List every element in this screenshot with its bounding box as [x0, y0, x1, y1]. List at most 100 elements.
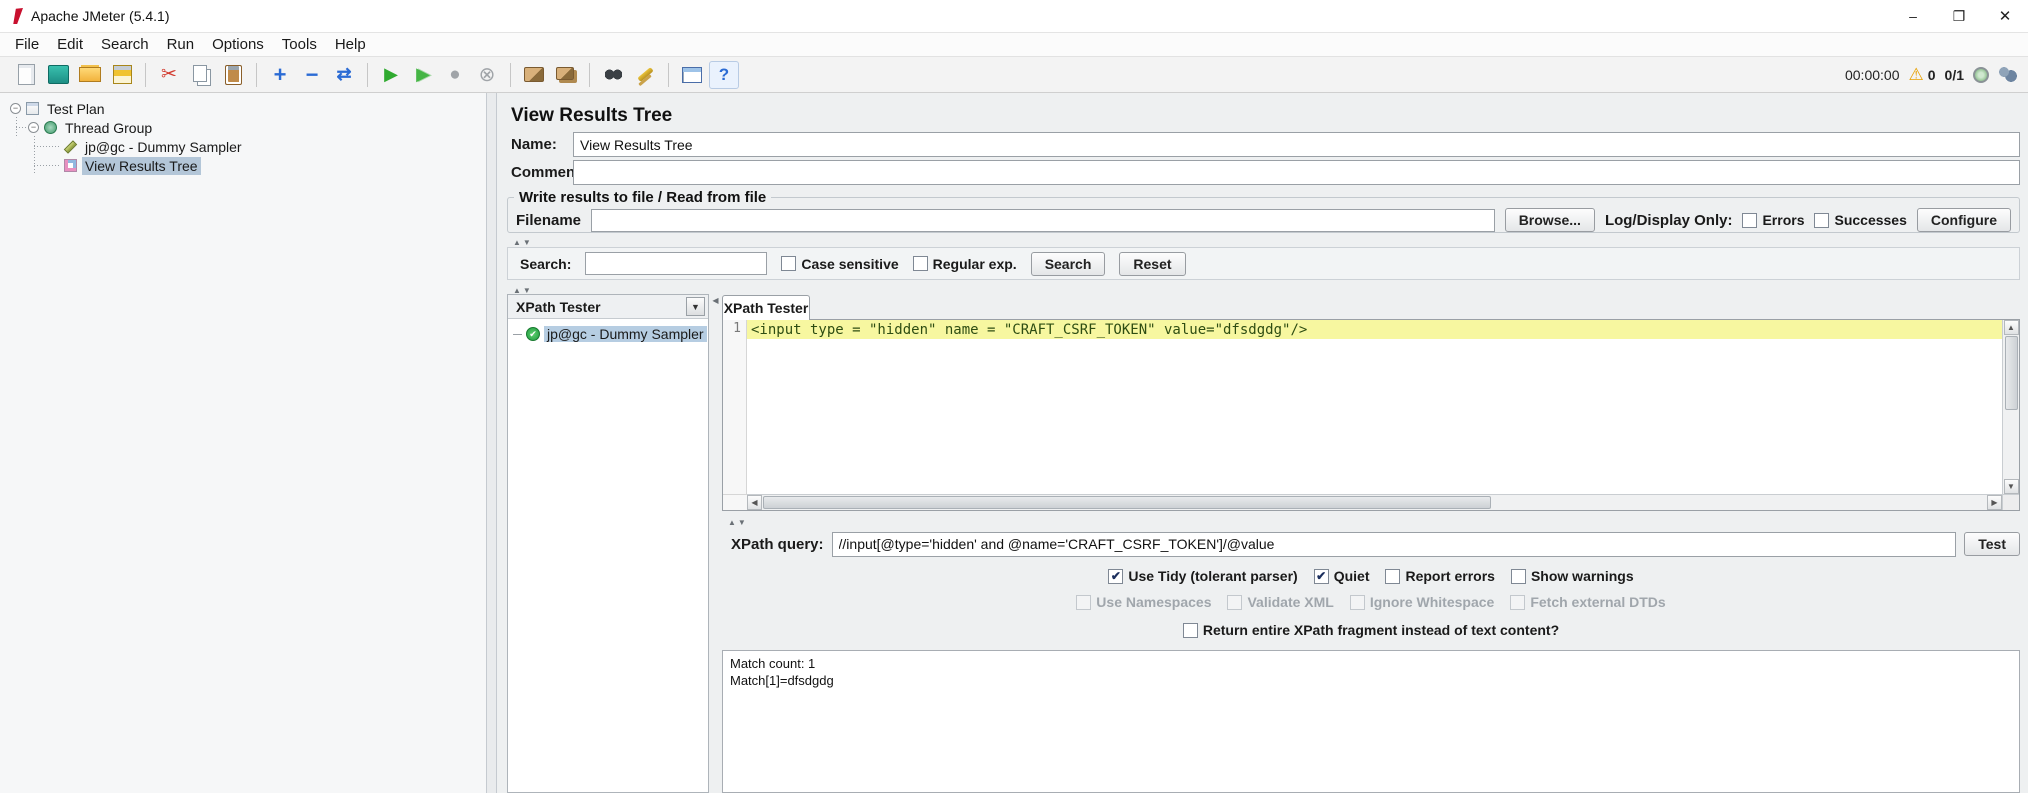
new-file-icon[interactable] — [11, 61, 41, 89]
inner-splitter[interactable] — [709, 294, 722, 793]
collapse-handle-icon[interactable] — [10, 103, 21, 114]
scrollbar-thumb[interactable] — [763, 496, 1491, 509]
successes-checkbox[interactable]: Successes — [1814, 212, 1907, 228]
dropdown-arrow-icon[interactable] — [686, 297, 705, 316]
menu-options[interactable]: Options — [203, 34, 273, 55]
filename-input[interactable] — [591, 208, 1495, 232]
scroll-left-icon[interactable]: ◀ — [747, 495, 762, 510]
errors-checkbox[interactable]: Errors — [1742, 212, 1804, 228]
match-value-line: Match[1]=dfsdgdg — [730, 673, 834, 688]
sample-list-item[interactable]: jp@gc - Dummy Sampler — [508, 325, 708, 343]
checkbox-box — [1742, 212, 1758, 228]
clear-icon[interactable] — [519, 61, 549, 89]
users-icon[interactable] — [1998, 66, 2018, 83]
log-errors-indicator[interactable]: 0 — [1908, 65, 1936, 85]
filename-row: Filename Browse... Log/Display Only: Err… — [508, 206, 2019, 232]
log-display-label: Log/Display Only: — [1604, 211, 1733, 229]
return-fragment-checkbox[interactable]: Return entire XPath fragment instead of … — [1182, 622, 1559, 638]
comments-input[interactable] — [573, 160, 2020, 185]
tree-node-dummy-sampler[interactable]: jp@gc - Dummy Sampler — [0, 137, 486, 156]
group-title: Write results to file / Read from file — [519, 189, 767, 206]
scrollbar-thumb[interactable] — [2004, 336, 2018, 410]
page-title: View Results Tree — [511, 105, 673, 126]
title-bar: Apache JMeter (5.4.1) – ❐ ✕ — [0, 0, 2028, 33]
menu-edit[interactable]: Edit — [48, 34, 92, 55]
minimize-button[interactable]: – — [1890, 0, 1936, 32]
renderer-selector[interactable]: XPath Tester — [508, 295, 708, 319]
menu-tools[interactable]: Tools — [273, 34, 326, 55]
save-icon[interactable] — [107, 61, 137, 89]
tab-xpath-tester[interactable]: XPath Tester — [722, 295, 810, 320]
menu-file[interactable]: File — [6, 34, 48, 55]
tree-node-view-results-tree[interactable]: View Results Tree — [0, 156, 486, 175]
quiet-checkbox[interactable]: ✔ Quiet — [1313, 568, 1369, 584]
start-no-pauses-icon[interactable] — [408, 61, 438, 89]
browse-button[interactable]: Browse... — [1504, 208, 1595, 232]
report-errors-checkbox[interactable]: Report errors — [1385, 568, 1495, 584]
paste-icon[interactable] — [218, 61, 248, 89]
window-title: Apache JMeter (5.4.1) — [31, 8, 170, 24]
collapse-down-icon[interactable] — [523, 232, 531, 248]
test-button[interactable]: Test — [1964, 532, 2020, 556]
xpath-query-input[interactable] — [831, 531, 1957, 557]
horizontal-scrollbar[interactable]: ◀ ▶ — [747, 494, 2002, 510]
show-warnings-checkbox[interactable]: Show warnings — [1510, 568, 1634, 584]
scroll-up-icon[interactable]: ▲ — [2003, 320, 2019, 335]
menu-search[interactable]: Search — [92, 34, 158, 55]
case-sensitive-checkbox[interactable]: Case sensitive — [781, 256, 899, 272]
expand-all-icon[interactable] — [265, 61, 295, 89]
clear-all-icon[interactable] — [551, 61, 581, 89]
help-icon[interactable] — [709, 60, 739, 89]
renderer-selector-panel: XPath Tester jp@gc - Dummy Sampler — [507, 294, 709, 793]
collapse-down-icon[interactable] — [738, 512, 746, 528]
results-tree-icon — [64, 159, 77, 172]
menu-bar: File Edit Search Run Options Tools Help — [0, 33, 2028, 57]
toolbar-separator — [145, 62, 146, 87]
parser-options-row: ✔ Use Tidy (tolerant parser) ✔ Quiet Rep… — [722, 568, 2020, 584]
search-button[interactable]: Search — [1030, 251, 1106, 276]
close-button[interactable]: ✕ — [1982, 0, 2028, 32]
templates-icon[interactable] — [43, 61, 73, 89]
tree-node-thread-group[interactable]: Thread Group — [0, 118, 486, 137]
xml-editor[interactable]: 1 <input type = "hidden" name = "CRAFT_C… — [722, 320, 2020, 511]
search-reset-icon[interactable] — [630, 61, 660, 89]
collapse-up-icon[interactable] — [513, 232, 521, 248]
collapse-up-icon[interactable] — [728, 512, 736, 528]
shutdown-icon[interactable] — [472, 61, 502, 89]
search-icon[interactable] — [598, 61, 628, 89]
menu-run[interactable]: Run — [158, 34, 204, 55]
toolbar-separator — [510, 62, 511, 87]
line-number-gutter: 1 — [723, 320, 747, 494]
open-file-icon[interactable] — [75, 61, 105, 89]
toggle-icon[interactable] — [329, 61, 359, 89]
collapse-handle-icon[interactable] — [28, 122, 39, 133]
start-icon[interactable] — [376, 61, 406, 89]
scroll-down-icon[interactable]: ▼ — [2003, 479, 2019, 494]
search-input[interactable] — [585, 252, 768, 275]
menu-help[interactable]: Help — [326, 34, 375, 55]
xpath-query-label: XPath query: — [731, 535, 824, 553]
vertical-scrollbar[interactable]: ▲ ▼ — [2002, 320, 2019, 494]
configure-button[interactable]: Configure — [1916, 208, 2011, 232]
maximize-button[interactable]: ❐ — [1936, 0, 1982, 32]
function-helper-icon[interactable] — [677, 61, 707, 89]
copy-icon[interactable] — [186, 61, 216, 89]
splitter[interactable] — [507, 235, 2020, 244]
xml-options-row: Use Namespaces Validate XML Ignore White… — [722, 594, 2020, 610]
use-tidy-checkbox[interactable]: ✔ Use Tidy (tolerant parser) — [1108, 568, 1298, 584]
splitter[interactable] — [722, 515, 2020, 525]
splitter[interactable] — [507, 283, 2020, 292]
code-area[interactable]: <input type = "hidden" name = "CRAFT_CSR… — [747, 320, 2002, 494]
reset-button[interactable]: Reset — [1119, 251, 1186, 276]
collapse-all-icon[interactable] — [297, 61, 327, 89]
regular-exp-checkbox[interactable]: Regular exp. — [912, 256, 1017, 272]
name-input[interactable] — [573, 132, 2020, 157]
success-check-icon — [526, 327, 540, 341]
cut-icon[interactable] — [154, 61, 184, 89]
main-splitter[interactable] — [486, 93, 497, 793]
scroll-right-icon[interactable]: ▶ — [1987, 495, 2002, 510]
stop-icon[interactable] — [440, 61, 470, 89]
ignore-whitespace-checkbox: Ignore Whitespace — [1349, 594, 1494, 610]
name-row: Name: — [507, 131, 2020, 158]
tree-node-test-plan[interactable]: Test Plan — [0, 99, 486, 118]
